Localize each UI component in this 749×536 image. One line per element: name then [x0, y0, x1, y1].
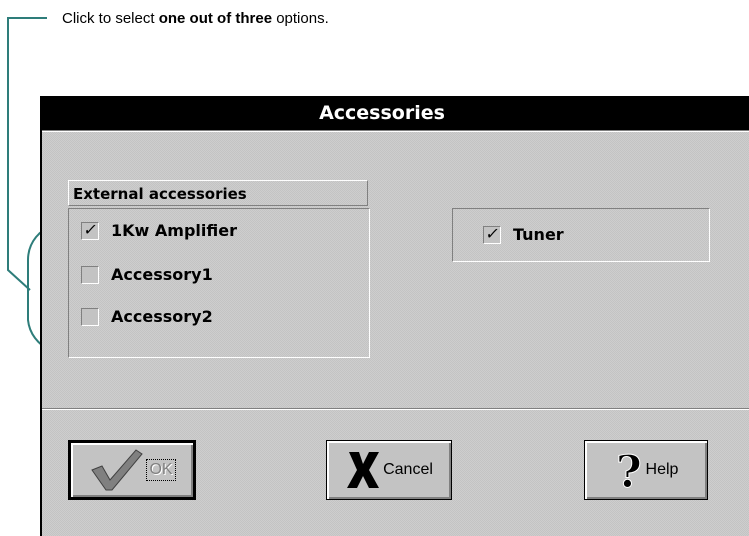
checkbox-row-accessory2[interactable]: Accessory2 — [81, 307, 213, 326]
checkbox-row-tuner[interactable]: ✓ Tuner — [483, 223, 564, 244]
checkmark-icon: ✓ — [484, 223, 502, 243]
external-accessories-group: External accessories ✓ 1Kw Amplifier Acc… — [68, 180, 370, 358]
group-body: ✓ 1Kw Amplifier Accessory1 Accessory2 — [68, 208, 370, 358]
accessory1-checkbox[interactable] — [81, 265, 99, 284]
svg-text:?: ? — [616, 447, 642, 493]
cancel-label: Cancel — [383, 461, 433, 478]
dialog-title-bar: Accessories — [42, 96, 749, 130]
accessories-dialog: Accessories External accessories ✓ 1Kw A… — [40, 96, 749, 536]
ok-button[interactable]: OK — [68, 440, 196, 500]
help-button[interactable]: ? Help — [584, 440, 708, 500]
amplifier-checkbox[interactable]: ✓ — [81, 219, 100, 240]
tuner-panel: ✓ Tuner — [452, 208, 710, 262]
checkbox-row-accessory1[interactable]: Accessory1 — [81, 265, 213, 284]
button-separator — [42, 408, 749, 410]
checkmark-icon — [91, 449, 144, 491]
amplifier-label[interactable]: 1Kw Amplifier — [111, 221, 237, 240]
title-separator — [42, 130, 749, 132]
accessory2-label[interactable]: Accessory2 — [111, 307, 213, 326]
ok-label: OK — [146, 459, 176, 481]
accessory1-label[interactable]: Accessory1 — [111, 265, 213, 284]
tuner-label[interactable]: Tuner — [513, 225, 564, 244]
accessory2-checkbox[interactable] — [81, 307, 99, 326]
help-label: Help — [645, 461, 679, 478]
group-title: External accessories — [68, 180, 368, 206]
dialog-title: Accessories — [319, 102, 445, 124]
cancel-button[interactable]: Cancel — [326, 440, 452, 500]
question-mark-icon: ? — [615, 447, 642, 493]
tuner-checkbox[interactable]: ✓ — [483, 223, 502, 244]
checkmark-icon: ✓ — [82, 219, 100, 239]
checkbox-row-amplifier[interactable]: ✓ 1Kw Amplifier — [81, 219, 237, 240]
x-icon — [347, 452, 380, 488]
